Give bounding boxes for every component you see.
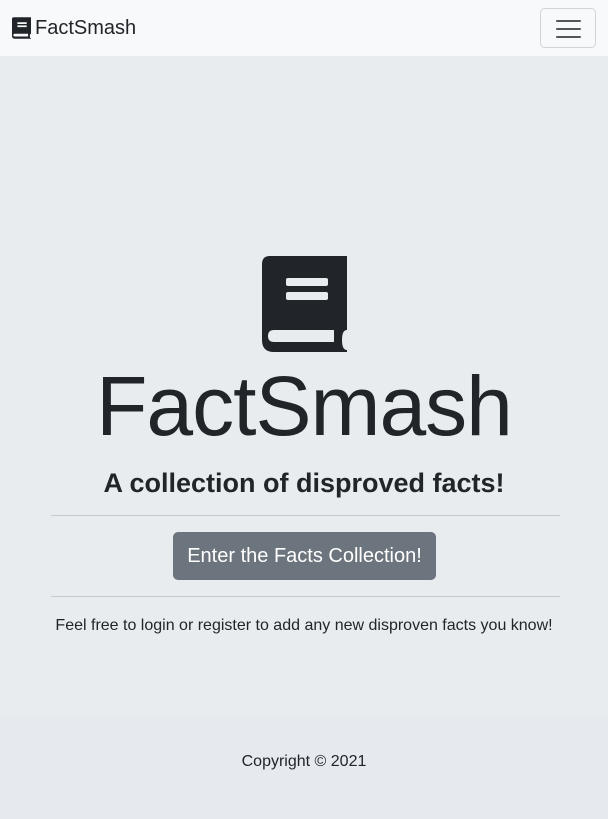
login-register-info: Feel free to login or register to add an…: [55, 617, 553, 634]
book-icon: [12, 17, 31, 39]
hero-title: FactSmash: [96, 359, 513, 453]
copyright-text: Copyright © 2021: [241, 753, 367, 770]
enter-facts-collection-button[interactable]: Enter the Facts Collection!: [173, 532, 436, 580]
main-content: FactSmash A collection of disproved fact…: [0, 56, 608, 716]
navbar: FactSmash: [0, 0, 608, 56]
divider-top: [51, 515, 560, 516]
footer: Copyright © 2021: [0, 716, 608, 819]
brand-label: FactSmash: [35, 17, 137, 39]
menu-toggle-button[interactable]: [540, 8, 596, 48]
brand-link[interactable]: FactSmash: [12, 16, 136, 40]
divider-bottom: [51, 596, 560, 597]
book-icon: [262, 256, 347, 352]
hero-subtitle: A collection of disproved facts!: [103, 468, 505, 498]
